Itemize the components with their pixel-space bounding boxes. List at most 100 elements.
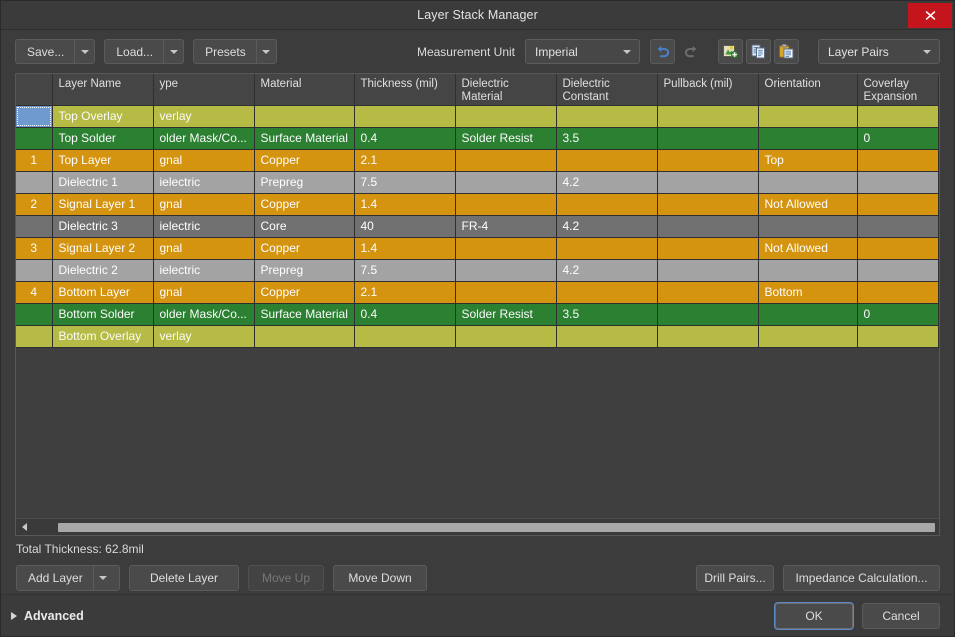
cell-dconstant[interactable]: 3.5 — [556, 303, 658, 326]
cell-orient[interactable] — [758, 105, 858, 128]
cell-num[interactable] — [16, 303, 53, 326]
cell-name[interactable]: Signal Layer 1 — [52, 193, 154, 216]
cell-name[interactable]: Bottom Overlay — [52, 325, 154, 348]
cell-thickness[interactable]: 40 — [354, 215, 456, 238]
cell-material[interactable]: Surface Material — [254, 303, 355, 326]
delete-layer-button[interactable]: Delete Layer — [129, 565, 239, 591]
cell-dconstant[interactable]: 4.2 — [556, 215, 658, 238]
cell-type[interactable]: ielectric — [153, 259, 255, 282]
column-header-type[interactable]: ype — [153, 74, 255, 106]
cell-thickness[interactable]: 2.1 — [354, 281, 456, 304]
cell-orient[interactable]: Not Allowed — [758, 193, 858, 216]
paste-layer-stack-icon[interactable] — [774, 39, 799, 64]
column-header-pullback[interactable]: Pullback (mil) — [657, 74, 759, 106]
cell-coverlay[interactable] — [857, 237, 939, 260]
cell-coverlay[interactable] — [857, 193, 939, 216]
cell-pullback[interactable] — [657, 193, 759, 216]
cell-dmaterial[interactable]: Solder Resist — [455, 127, 557, 150]
cell-orient[interactable] — [758, 127, 858, 150]
advanced-toggle[interactable]: Advanced — [11, 609, 84, 623]
copy-layer-stack-icon[interactable] — [746, 39, 771, 64]
cell-type[interactable]: verlay — [153, 105, 255, 128]
cell-dmaterial[interactable]: Solder Resist — [455, 303, 557, 326]
presets-button[interactable]: Presets — [193, 39, 277, 64]
scroll-left-arrow[interactable] — [17, 520, 32, 535]
cell-name[interactable]: Dielectric 1 — [52, 171, 154, 194]
table-row[interactable]: Bottom Overlay verlay — [16, 325, 939, 348]
cell-type[interactable]: ielectric — [153, 171, 255, 194]
cell-pullback[interactable] — [657, 325, 759, 348]
cell-dconstant[interactable] — [556, 281, 658, 304]
configure-layer-classes-icon[interactable] — [718, 39, 743, 64]
cell-thickness[interactable]: 0.4 — [354, 127, 456, 150]
cell-thickness[interactable] — [354, 325, 456, 348]
column-header-num[interactable] — [16, 74, 53, 106]
impedance-calculation-button[interactable]: Impedance Calculation... — [783, 565, 940, 591]
table-row[interactable]: Dielectric 2 ielectric Prepreg 7.5 4.2 — [16, 259, 939, 282]
cell-type[interactable]: older Mask/Co... — [153, 303, 255, 326]
move-down-button[interactable]: Move Down — [333, 565, 427, 591]
cell-dconstant[interactable] — [556, 325, 658, 348]
cell-orient[interactable] — [758, 303, 858, 326]
cell-orient[interactable]: Bottom — [758, 281, 858, 304]
ok-button[interactable]: OK — [775, 602, 853, 629]
cell-type[interactable]: older Mask/Co... — [153, 127, 255, 150]
cell-coverlay[interactable]: 0 — [857, 127, 939, 150]
undo-icon[interactable] — [650, 39, 675, 64]
save-button[interactable]: Save... — [15, 39, 96, 64]
cell-dmaterial[interactable] — [455, 325, 557, 348]
cell-thickness[interactable]: 7.5 — [354, 171, 456, 194]
table-row[interactable]: Bottom Solder older Mask/Co... Surface Mat… — [16, 303, 939, 326]
table-row[interactable]: 3 Signal Layer 2 gnal Copper 1.4 Not Allowed — [16, 237, 939, 260]
cell-coverlay[interactable] — [857, 149, 939, 172]
cell-dmaterial[interactable] — [455, 259, 557, 282]
cell-orient[interactable] — [758, 259, 858, 282]
cell-material[interactable]: Copper — [254, 281, 355, 304]
cell-orient[interactable] — [758, 215, 858, 238]
cell-pullback[interactable] — [657, 215, 759, 238]
column-header-thickness[interactable]: Thickness (mil) — [354, 74, 456, 106]
column-header-name[interactable]: Layer Name — [52, 74, 154, 106]
table-row[interactable]: Dielectric 1 ielectric Prepreg 7.5 4.2 — [16, 171, 939, 194]
cell-dmaterial[interactable] — [455, 281, 557, 304]
cell-num[interactable] — [16, 215, 53, 238]
cell-orient[interactable]: Top — [758, 149, 858, 172]
load-dropdown-arrow[interactable] — [163, 40, 183, 63]
save-dropdown-arrow[interactable] — [74, 40, 94, 63]
cell-type[interactable]: ielectric — [153, 215, 255, 238]
column-header-dconstant[interactable]: Dielectric Constant — [556, 74, 658, 106]
cell-pullback[interactable] — [657, 303, 759, 326]
cell-orient[interactable] — [758, 325, 858, 348]
column-header-orient[interactable]: Orientation — [758, 74, 858, 106]
cell-thickness[interactable]: 2.1 — [354, 149, 456, 172]
cell-name[interactable]: Bottom Layer — [52, 281, 154, 304]
cell-name[interactable]: Top Overlay — [52, 105, 154, 128]
cell-pullback[interactable] — [657, 237, 759, 260]
cell-dmaterial[interactable] — [455, 237, 557, 260]
cell-num[interactable]: 4 — [16, 281, 53, 304]
cell-type[interactable]: gnal — [153, 149, 255, 172]
cell-material[interactable]: Prepreg — [254, 171, 355, 194]
table-row[interactable]: Top Solder older Mask/Co... Surface Materi… — [16, 127, 939, 150]
cell-material[interactable]: Surface Material — [254, 127, 355, 150]
cell-thickness[interactable]: 0.4 — [354, 303, 456, 326]
cell-coverlay[interactable] — [857, 105, 939, 128]
cell-dconstant[interactable]: 3.5 — [556, 127, 658, 150]
cell-pullback[interactable] — [657, 127, 759, 150]
table-row[interactable]: 1 Top Layer gnal Copper 2.1 Top — [16, 149, 939, 172]
cell-type[interactable]: gnal — [153, 281, 255, 304]
cell-num[interactable] — [16, 171, 53, 194]
cell-dconstant[interactable] — [556, 149, 658, 172]
cell-pullback[interactable] — [657, 281, 759, 304]
cell-pullback[interactable] — [657, 171, 759, 194]
cell-thickness[interactable]: 7.5 — [354, 259, 456, 282]
cell-coverlay[interactable] — [857, 259, 939, 282]
add-layer-dropdown-arrow[interactable] — [92, 566, 113, 590]
cell-pullback[interactable] — [657, 105, 759, 128]
cancel-button[interactable]: Cancel — [862, 602, 940, 629]
table-row[interactable]: Top Overlay verlay — [16, 105, 939, 128]
cell-num[interactable]: 2 — [16, 193, 53, 216]
cell-dconstant[interactable] — [556, 237, 658, 260]
cell-num-selected[interactable] — [16, 105, 53, 128]
cell-dmaterial[interactable] — [455, 171, 557, 194]
